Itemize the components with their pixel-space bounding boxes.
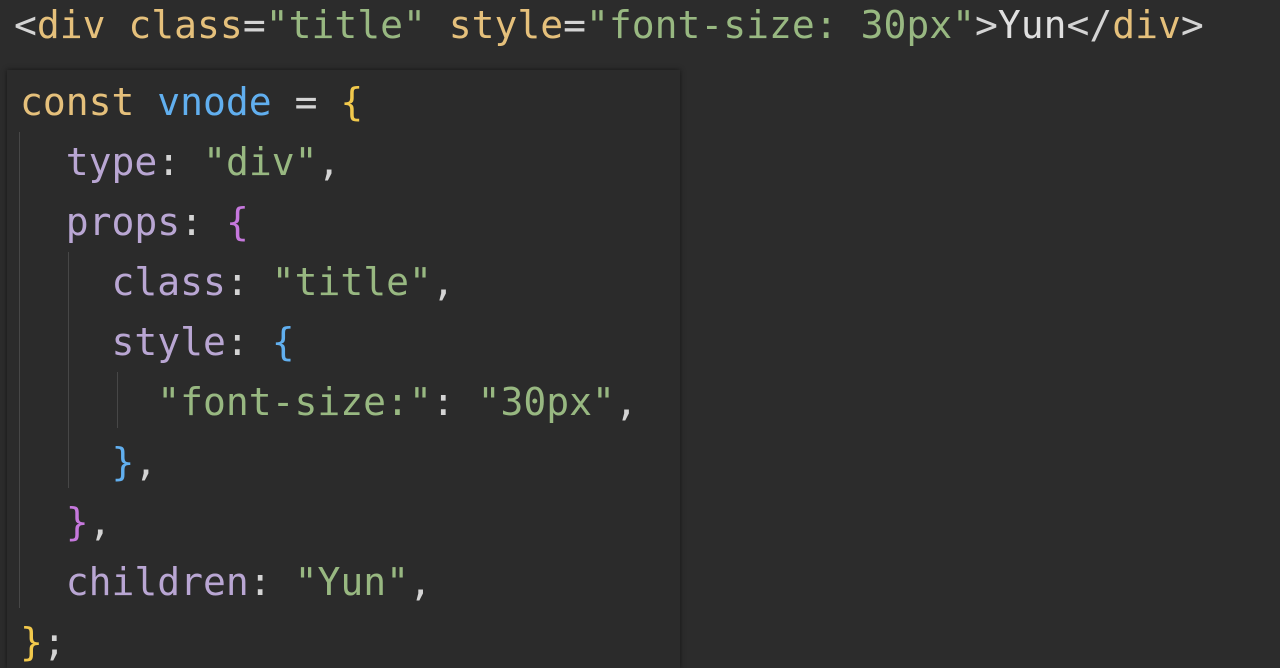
type-value: "div" [203,140,318,184]
class-key: class [111,260,226,304]
code-line-2: type: "div", [20,132,341,192]
assign-operator: = [294,80,318,124]
style-key: style [111,320,226,364]
code-line-8: }, [20,492,112,552]
code-line-9: children: "Yun", [20,552,432,612]
comma: , [88,500,112,544]
colon: : [248,560,272,604]
root-open-brace: { [340,80,364,124]
root-close-brace: } [20,620,43,664]
semicolon: ; [42,620,66,664]
children-key: children [65,560,249,604]
colon: : [157,140,181,184]
style-equals: = [563,3,587,47]
closing-tag-close: > [1180,3,1204,47]
comma: , [134,440,158,484]
font-size-value: "30px" [477,380,615,424]
comma: , [614,380,638,424]
const-keyword: const [20,80,135,124]
code-line-5: style: { [20,312,295,372]
colon: : [225,320,249,364]
code-line-7: }, [20,432,158,492]
closing-tag-name: div [1112,3,1181,47]
class-attribute-name: class [128,3,243,47]
variable-name: vnode [157,80,272,124]
tag-name: div [36,3,106,47]
comma: , [408,560,432,604]
closing-tag-open: </ [1066,3,1113,47]
class-attribute-value: "title" [265,3,426,47]
comma: , [317,140,341,184]
type-key: type [65,140,158,184]
props-key: props [65,200,181,244]
props-open-brace: { [225,200,249,244]
class-value: "title" [271,260,432,304]
tag-open-bracket: < [14,3,37,47]
colon: : [180,200,204,244]
props-close-brace: } [65,500,89,544]
style-attribute-value: "font-size: 30px" [586,3,975,47]
style-open-brace: { [271,320,295,364]
code-line-3: props: { [20,192,249,252]
children-value: "Yun" [294,560,409,604]
code-line-1: const vnode = { [20,72,363,132]
style-close-brace: } [111,440,135,484]
comma: , [431,260,455,304]
code-snippet-panel: const vnode = { type: "div", props: { cl… [7,70,680,668]
code-line-4: class: "title", [20,252,455,312]
code-line-6: "font-size:": "30px", [20,372,638,432]
font-size-key: "font-size:" [157,380,432,424]
code-line-10: }; [20,612,66,668]
tag-close-bracket: > [974,3,998,47]
colon: : [225,260,249,304]
element-text-content: Yun [997,3,1067,47]
class-equals: = [242,3,266,47]
colon: : [431,380,455,424]
style-attribute-name: style [448,3,564,47]
html-source-line: <div class="title" style="font-size: 30p… [14,0,1204,55]
